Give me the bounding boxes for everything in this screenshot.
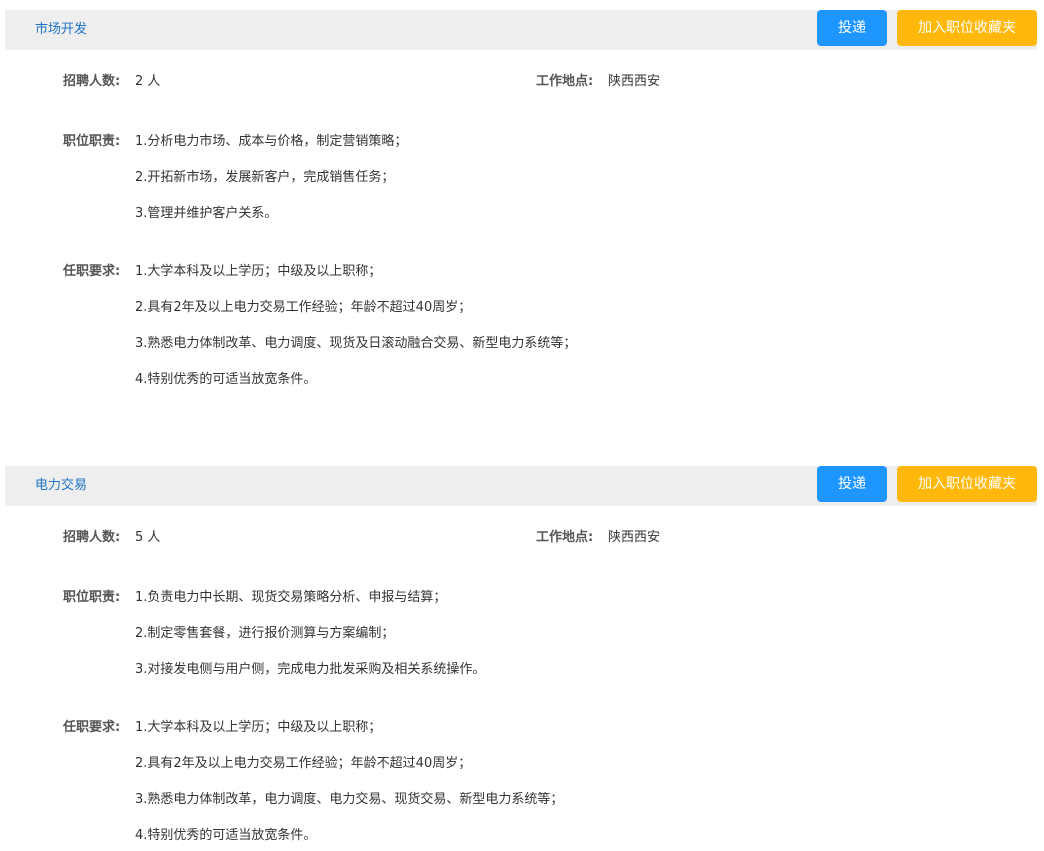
duty-item: 2.开拓新市场，发展新客户，完成销售任务； (135, 170, 395, 185)
headcount-label: 招聘人数: (63, 530, 121, 545)
headcount-value: 2 人 (135, 74, 161, 89)
requirements-label: 任职要求: (63, 720, 121, 735)
requirement-item: 3.熟悉电力体制改革、电力调度、现货及日滚动融合交易、新型电力系统等； (135, 336, 577, 351)
job-header: 电力交易 投递 加入职位收藏夹 (5, 466, 1037, 506)
requirement-item: 1.大学本科及以上学历；中级及以上职称； (135, 264, 382, 279)
job-header: 市场开发 投递 加入职位收藏夹 (5, 10, 1037, 50)
job-title[interactable]: 电力交易 (35, 466, 87, 506)
headcount-value: 5 人 (135, 530, 161, 545)
requirement-item: 4.特别优秀的可适当放宽条件。 (135, 372, 317, 387)
duty-item: 1.分析电力市场、成本与价格，制定营销策略； (135, 134, 408, 149)
add-to-favorites-button[interactable]: 加入职位收藏夹 (897, 466, 1037, 502)
requirement-item: 4.特别优秀的可适当放宽条件。 (135, 828, 317, 843)
apply-button[interactable]: 投递 (817, 10, 887, 46)
location-label: 工作地点: (536, 74, 594, 89)
headcount-label: 招聘人数: (63, 74, 121, 89)
duty-item: 1.负责电力中长期、现货交易策略分析、申报与结算； (135, 590, 447, 605)
location-label: 工作地点: (536, 530, 594, 545)
location-value: 陕西西安 (608, 530, 661, 545)
duty-item: 3.对接发电侧与用户侧，完成电力批发采购及相关系统操作。 (135, 662, 486, 677)
requirement-item: 3.熟悉电力体制改革，电力调度、电力交易、现货交易、新型电力系统等； (135, 792, 564, 807)
job-title[interactable]: 市场开发 (35, 10, 87, 50)
requirement-item: 2.具有2年及以上电力交易工作经验；年龄不超过40周岁； (135, 756, 472, 771)
duties-label: 职位职责: (63, 134, 121, 149)
apply-button[interactable]: 投递 (817, 466, 887, 502)
duty-item: 2.制定零售套餐，进行报价测算与方案编制； (135, 626, 395, 641)
add-to-favorites-button[interactable]: 加入职位收藏夹 (897, 10, 1037, 46)
requirements-label: 任职要求: (63, 264, 121, 279)
location-value: 陕西西安 (608, 74, 661, 89)
duties-label: 职位职责: (63, 590, 121, 605)
requirement-item: 1.大学本科及以上学历；中级及以上职称； (135, 720, 382, 735)
duty-item: 3.管理并维护客户关系。 (135, 206, 278, 221)
requirement-item: 2.具有2年及以上电力交易工作经验；年龄不超过40周岁； (135, 300, 472, 315)
